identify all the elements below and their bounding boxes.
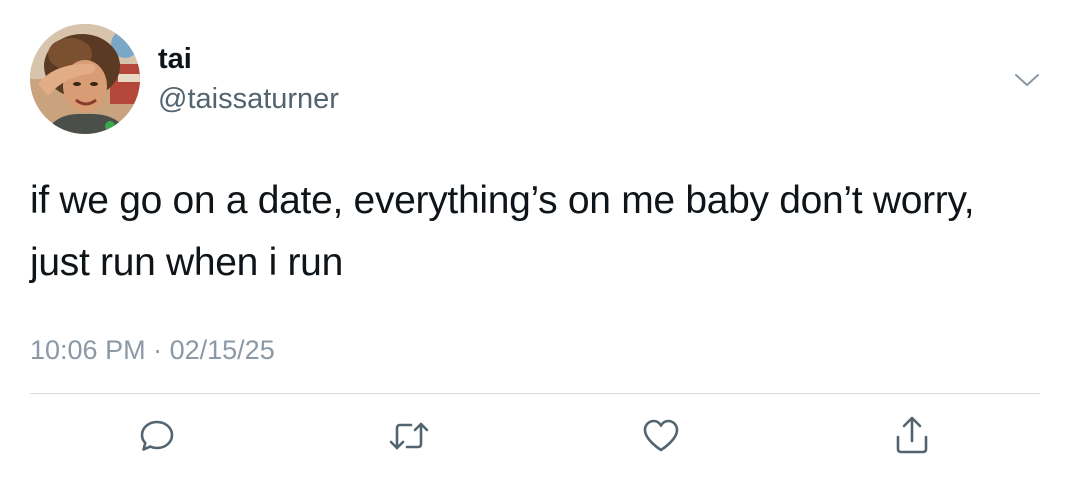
share-icon [896, 416, 928, 454]
display-name[interactable]: tai [158, 42, 192, 76]
divider [30, 393, 1040, 394]
tweet-text: if we go on a date, everything’s on me b… [30, 179, 975, 284]
retweet-button[interactable] [383, 410, 435, 462]
tweet-card: tai @taissaturner if we go on a date, ev… [0, 0, 1070, 482]
reply-button[interactable] [131, 410, 183, 462]
avatar[interactable] [30, 24, 140, 134]
retweet-icon [389, 422, 429, 450]
chevron-down-icon [1015, 74, 1039, 86]
profile-photo-icon [30, 24, 140, 134]
tweet-timestamp: 10:06 PM · 02/15/25 [30, 333, 275, 367]
reply-icon [140, 420, 174, 451]
tweet-time[interactable]: 10:06 PM [30, 335, 146, 365]
action-bar [0, 410, 1070, 462]
meta-separator: · [153, 335, 163, 365]
like-button[interactable] [635, 410, 687, 462]
tweet-date[interactable]: 02/15/25 [170, 335, 275, 365]
heart-icon [643, 419, 679, 452]
more-options-button[interactable] [1004, 60, 1050, 100]
user-handle[interactable]: @taissaturner [158, 82, 339, 116]
share-button[interactable] [886, 410, 938, 462]
